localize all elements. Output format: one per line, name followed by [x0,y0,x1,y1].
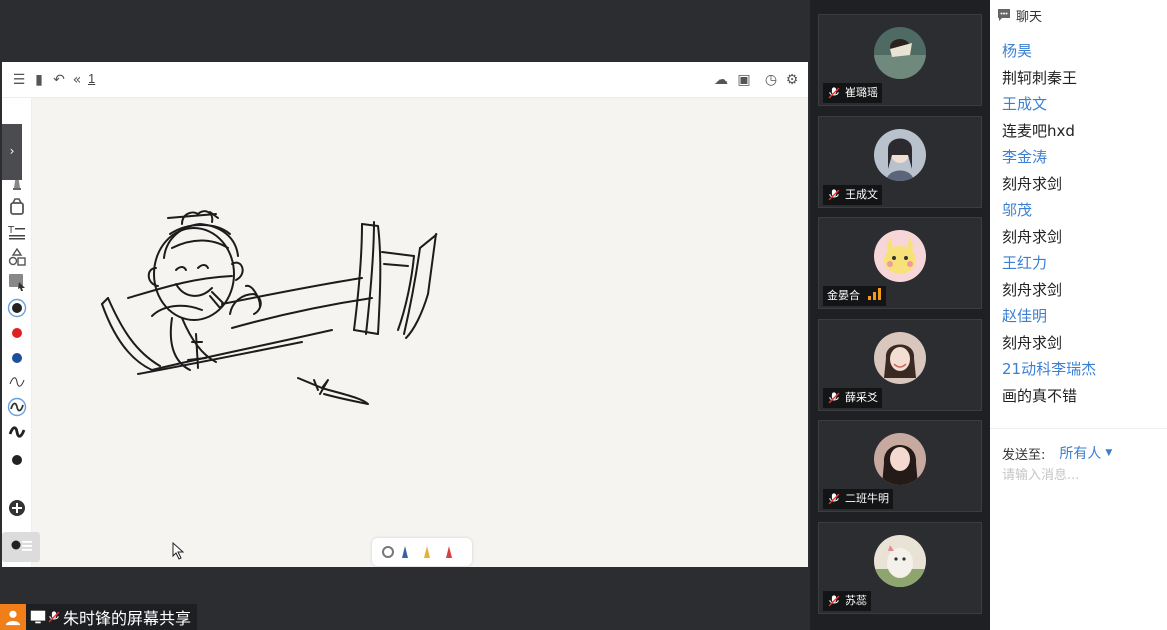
participant-name: 崔璐瑶 [845,86,878,99]
chat-message-text: 刻舟求剑 [1002,227,1063,246]
video-tile[interactable]: 金晏合 [818,217,982,309]
chat-sender-name: 王成文 [1002,95,1048,113]
send-to-label: 发送至: [1002,447,1046,463]
send-target-dropdown[interactable]: 所有人 [1059,443,1101,463]
mic-off-icon [828,392,840,404]
avatar [874,433,926,485]
stroke-medium-icon[interactable] [7,397,27,417]
chat-sender-name: 赵佳明 [1002,307,1048,325]
clock-icon[interactable]: ◷ [762,71,780,89]
video-tile[interactable]: 苏蕊 [818,522,982,614]
add-page-icon[interactable]: ▣ [735,71,753,89]
whiteboard-toolbar: ☰ ▮ ↶ « 1 ☁ ▣ ◷ ⚙ [2,62,808,98]
stroke-thick-icon[interactable] [7,422,27,442]
chat-title: 聊天 [1016,9,1043,25]
video-tile[interactable]: 王成文 [818,116,982,208]
screen-share-title: 朱时锋的屏幕共享 [63,609,192,628]
book-icon[interactable]: ▮ [30,71,48,89]
whiteboard: ☰ ▮ ↶ « 1 ☁ ▣ ◷ ⚙ T › [2,62,808,567]
chat-sender-name: 李金涛 [1002,148,1048,166]
spin-icon[interactable] [382,546,394,558]
cloud-icon[interactable]: ☁ [712,71,730,89]
page-number[interactable]: 1 [88,71,95,86]
color-black-swatch[interactable] [7,298,27,318]
chat-sender-name: 21动科李瑞杰 [1002,360,1097,378]
participant-name-tag: 金晏合 [823,286,886,306]
participant-name: 金晏合 [827,289,860,302]
pen-palette [372,538,472,566]
participant-name-tag: 崔璐瑶 [823,83,882,103]
avatar [874,230,926,282]
shapes-icon[interactable] [7,247,27,267]
dot-size-icon[interactable] [7,450,27,470]
participant-name: 薛采爻 [845,391,878,404]
expand-sidebar-tab[interactable]: › [2,124,22,180]
caret-down-icon[interactable]: ▼ [1105,448,1112,458]
chat-bubble-icon [998,9,1010,21]
participant-name-tag: 二班牛明 [823,489,893,509]
chevron-right-icon: › [9,144,15,158]
mic-off-icon [828,493,840,505]
divider [990,428,1167,429]
participant-video-column: 崔璐瑶 王成文 金晏合 薛采爻 二班牛明 苏蕊 [810,0,990,630]
screen-share-label: 朱时锋的屏幕共享 [0,604,198,630]
blue-pen-icon[interactable] [402,546,408,558]
chat-sender-name: 邬茂 [1002,201,1033,219]
avatar [874,27,926,79]
participant-name: 苏蕊 [845,594,867,607]
video-tile[interactable]: 二班牛明 [818,420,982,512]
user-icon [0,604,26,630]
chat-message-text: 荆轲刺秦王 [1002,68,1078,87]
signal-bars-icon [867,288,881,300]
participant-name: 二班牛明 [845,492,889,505]
participant-name-tag: 王成文 [823,185,882,205]
mic-off-icon [828,87,840,99]
mouse-cursor-icon [172,542,185,560]
chat-header: 聊天 [990,0,1167,30]
color-blue-swatch[interactable] [7,348,27,368]
stroke-thin-icon[interactable] [7,372,27,392]
avatar [874,535,926,587]
red-pen-icon[interactable] [446,546,452,558]
chat-message-text: 刻舟求剑 [1002,280,1063,299]
send-to-row: 发送至: 所有人 ▼ [1002,443,1112,463]
select-icon[interactable] [7,272,27,292]
avatar [874,129,926,181]
add-icon[interactable] [7,498,27,518]
color-red-swatch[interactable] [7,323,27,343]
chat-panel: 聊天 杨昊 荆轲刺秦王 王成文 连麦吧hxd 李金涛 刻舟求剑 邬茂 刻舟求剑 … [990,0,1167,630]
avatar [874,332,926,384]
mic-off-icon [828,189,840,201]
chat-message-input[interactable] [1002,468,1152,483]
participant-name-tag: 薛采爻 [823,388,882,408]
yellow-pen-icon[interactable] [424,546,430,558]
drawing-canvas[interactable] [32,98,808,567]
chat-message-text: 刻舟求剑 [1002,174,1063,193]
mic-off-icon [828,595,840,607]
chat-message-list[interactable]: 杨昊 荆轲刺秦王 王成文 连麦吧hxd 李金涛 刻舟求剑 邬茂 刻舟求剑 王红力… [1002,38,1162,409]
undo-icon[interactable]: ↶ [50,71,68,89]
participant-name-tag: 苏蕊 [823,591,871,611]
screen-share-area: ☰ ▮ ↶ « 1 ☁ ▣ ◷ ⚙ T › 朱时锋的屏幕共享 [0,0,810,630]
double-chevron-left-icon[interactable]: « [68,71,86,89]
chat-message-text: 刻舟求剑 [1002,333,1063,352]
meeting-window: ☰ ▮ ↶ « 1 ☁ ▣ ◷ ⚙ T › 朱时锋的屏幕共享 崔璐瑶 王成文 金… [0,0,1167,630]
participant-name: 王成文 [845,188,878,201]
chat-message-text: 连麦吧hxd [1002,121,1075,140]
screen-share-icon [30,610,46,624]
gear-icon[interactable]: ⚙ [783,71,801,89]
chat-sender-name: 杨昊 [1002,42,1033,60]
chat-message-text: 画的真不错 [1002,386,1078,405]
menu-icon[interactable]: ☰ [10,71,28,89]
svg-text:T: T [7,225,15,236]
text-tool-icon[interactable]: T [7,222,27,242]
mic-off-icon [48,611,60,623]
video-tile[interactable]: 崔璐瑶 [818,14,982,106]
eraser-icon[interactable] [7,197,27,217]
video-tile[interactable]: 薛采爻 [818,319,982,411]
chat-sender-name: 王红力 [1002,254,1048,272]
